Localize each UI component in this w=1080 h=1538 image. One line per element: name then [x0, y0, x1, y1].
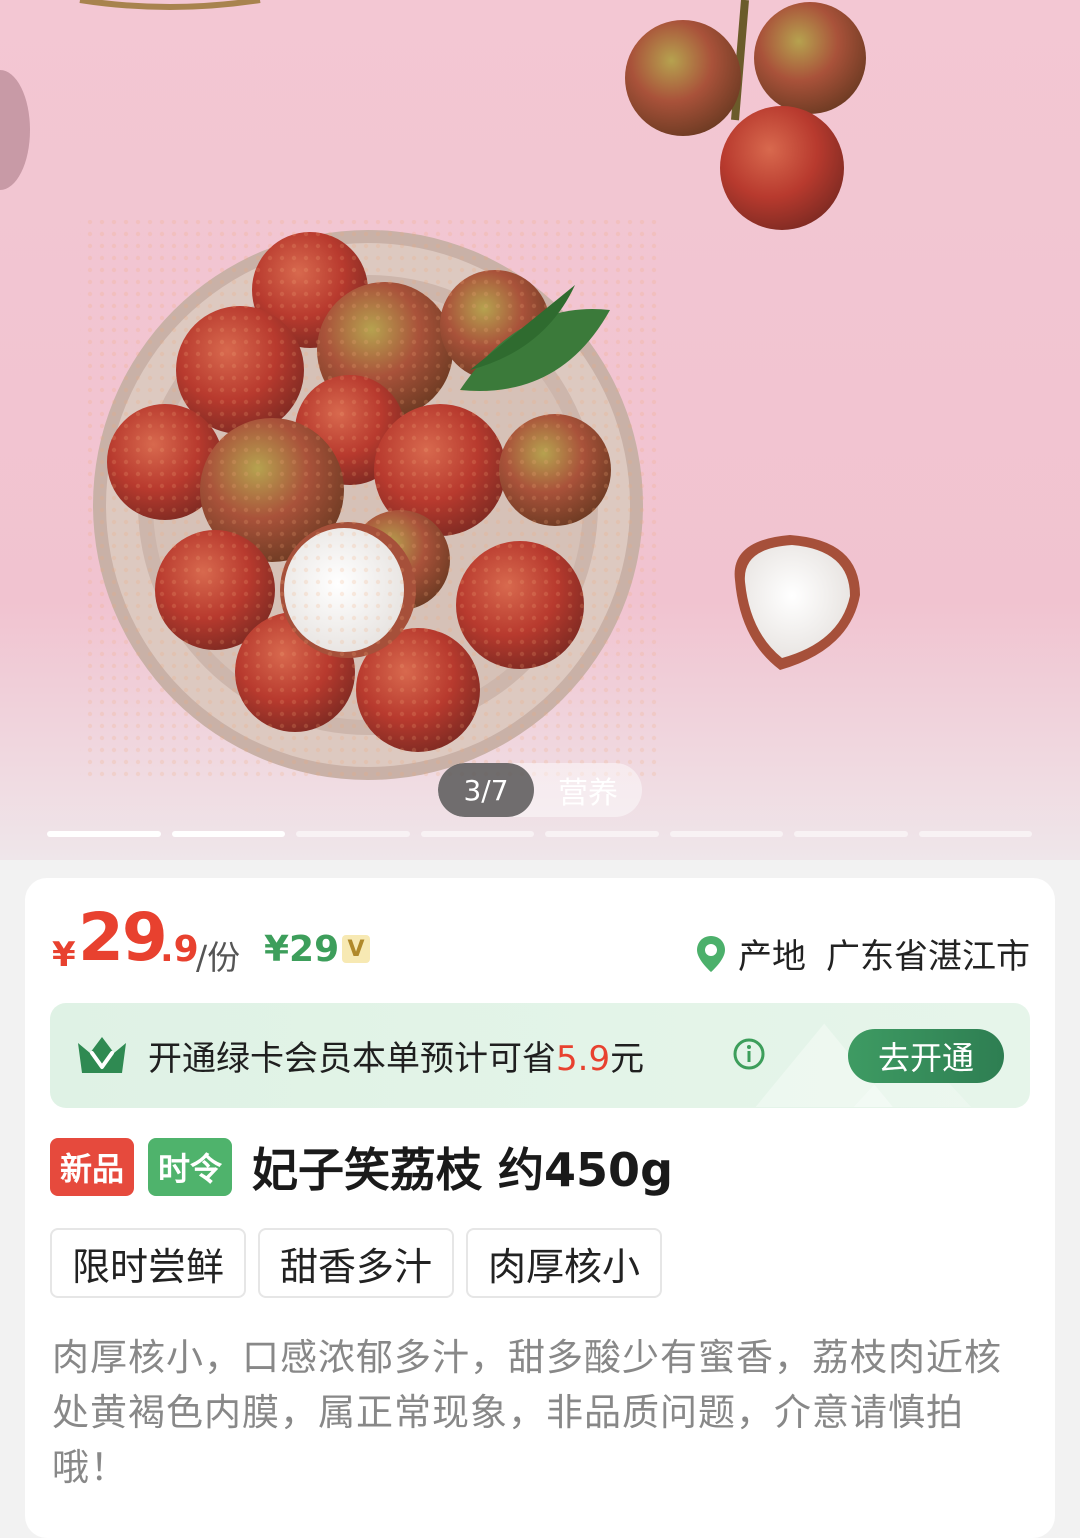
product-description: 肉厚核小，口感浓郁多汁，甜多酸少有蜜香，荔枝肉近核处黄褐色内膜，属正常现象，非品… [52, 1336, 1002, 1489]
page-dot [47, 831, 161, 837]
page-dot [296, 831, 410, 837]
page-dot [171, 831, 285, 837]
product-image-carousel[interactable]: 3/7 营养 [0, 0, 1080, 860]
savings-prefix: 开通绿卡会员本单预计可省 [148, 1039, 556, 1079]
feature-tag: 肉厚核小 [466, 1228, 663, 1298]
green-card-membership-banner[interactable]: 开通绿卡会员本单预计可省5.9元 去开通 [50, 1003, 1030, 1108]
membership-savings-text: 开通绿卡会员本单预计可省5.9元 [148, 1031, 644, 1080]
page-dot [794, 831, 908, 837]
origin-value: 广东省湛江市 [826, 937, 1030, 977]
gallery-counter: 3/7 [438, 763, 534, 817]
info-icon[interactable] [732, 1037, 766, 1071]
price-decimal: .9 [160, 929, 199, 970]
origin-info: 产地 广东省湛江市 [694, 929, 1030, 978]
price-row: ¥ 29 .9 /份 ¥29 V 产地 广东省湛江市 [50, 899, 1030, 985]
location-pin-icon [697, 935, 725, 972]
feature-tags: 限时尝鲜 甜香多汁 肉厚核小 [50, 1228, 663, 1298]
member-price: ¥29 [264, 929, 340, 970]
gallery-page-indicator [47, 831, 1032, 837]
gallery-pager[interactable]: 3/7 营养 [438, 763, 642, 817]
new-product-tag: 新品 [50, 1138, 135, 1196]
gallery-category-label[interactable]: 营养 [534, 768, 642, 812]
product-title-row: 新品 时令 妃子笑荔枝 约450g [50, 1136, 1030, 1198]
vip-badge-icon: V [342, 935, 370, 963]
origin-label: 产地 [738, 937, 806, 977]
lychee-photo [0, 0, 866, 780]
page-dot [918, 831, 1032, 837]
savings-amount: 5.9 [556, 1039, 611, 1079]
page-dot [669, 831, 783, 837]
currency-symbol: ¥ [52, 935, 76, 975]
crown-icon [78, 1037, 126, 1073]
savings-suffix: 元 [610, 1039, 645, 1079]
open-membership-button[interactable]: 去开通 [848, 1029, 1004, 1083]
seasonal-tag: 时令 [148, 1138, 233, 1196]
page-dot [545, 831, 659, 837]
feature-tag: 甜香多汁 [258, 1228, 455, 1298]
price-integer: 29 [78, 899, 168, 976]
page-dot [420, 831, 534, 837]
product-title: 妃子笑荔枝 约450g [252, 1143, 673, 1197]
feature-tag: 限时尝鲜 [50, 1228, 247, 1298]
price-unit: /份 [196, 938, 241, 977]
